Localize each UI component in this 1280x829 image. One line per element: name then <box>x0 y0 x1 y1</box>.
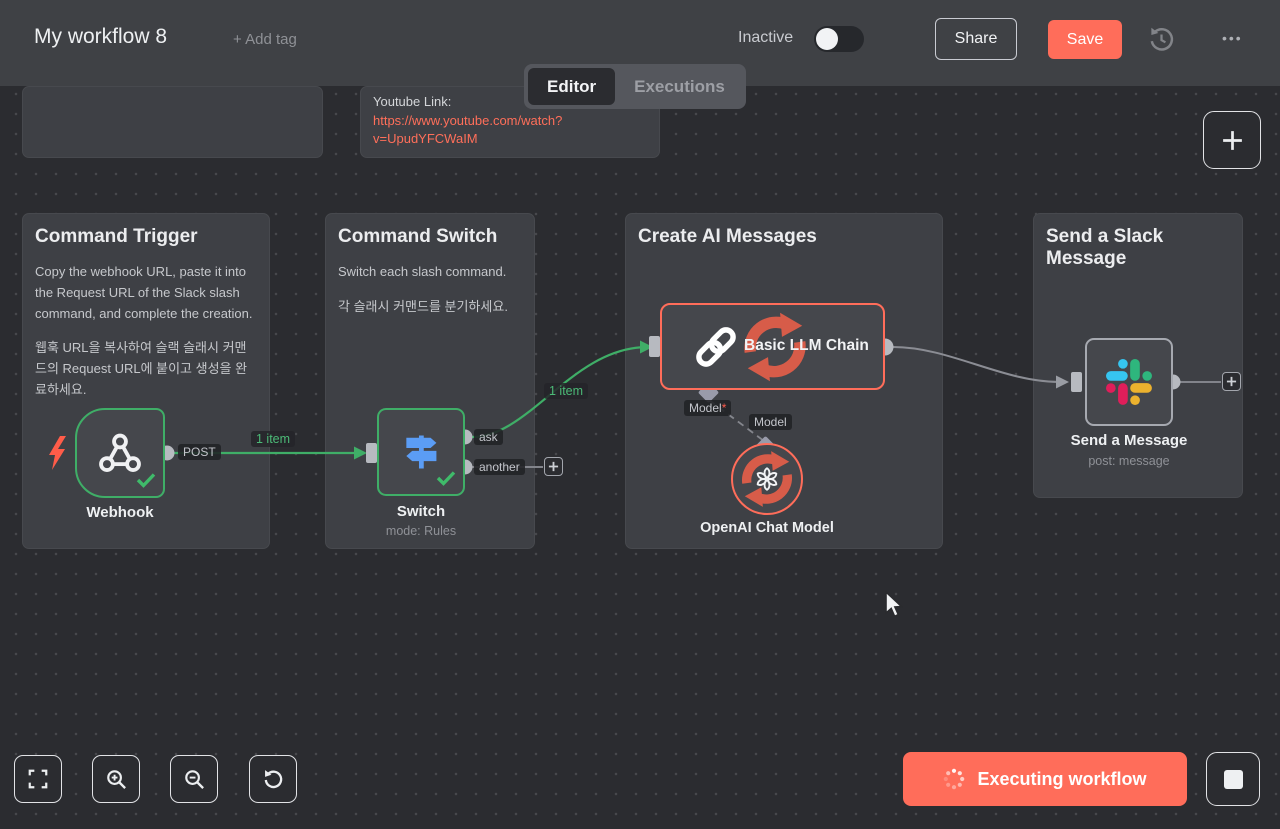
slack-icon <box>1106 359 1152 405</box>
zoom-out-icon <box>183 768 206 791</box>
workflow-title[interactable]: My workflow 8 <box>34 25 167 49</box>
active-state-label: Inactive <box>738 29 793 47</box>
mouse-cursor <box>884 591 910 626</box>
spinner-icon <box>943 768 965 790</box>
switch-another-port-label: another <box>474 459 525 475</box>
connection-arrow <box>1056 376 1069 389</box>
switch-input-port[interactable] <box>366 443 377 463</box>
zoom-in-button[interactable] <box>92 755 140 803</box>
toggle-knob <box>816 28 838 50</box>
llm-model-port-label: Model* <box>684 400 731 416</box>
slack-node-label: Send a Message <box>1054 432 1204 449</box>
connection-arrow <box>354 447 367 460</box>
success-check-icon <box>436 470 456 491</box>
switch-node-subtitle: mode: Rules <box>346 524 496 538</box>
plus-icon <box>1220 128 1245 153</box>
node-slack-send-message[interactable] <box>1085 338 1173 426</box>
slack-input-port[interactable] <box>1071 372 1082 392</box>
zoom-out-button[interactable] <box>170 755 218 803</box>
plus-icon <box>548 461 559 472</box>
plus-icon <box>1226 376 1237 387</box>
add-node-button[interactable] <box>1203 111 1261 169</box>
success-check-icon <box>136 472 156 493</box>
webhook-icon <box>97 430 143 476</box>
items-count-label: 1 item <box>251 431 295 447</box>
more-options-button[interactable]: ••• <box>1222 30 1243 46</box>
executing-workflow-button[interactable]: Executing workflow <box>903 752 1187 806</box>
switch-ask-port-label: ask <box>474 429 503 445</box>
view-tabs: Editor Executions <box>524 64 746 109</box>
openai-logo-icon <box>733 445 801 513</box>
history-icon[interactable] <box>1148 26 1175 53</box>
fit-view-icon <box>27 768 49 790</box>
active-toggle[interactable] <box>814 26 864 52</box>
save-button[interactable]: Save <box>1048 20 1122 59</box>
items-count-label: 1 item <box>544 383 588 399</box>
tab-editor[interactable]: Editor <box>528 68 615 105</box>
webhook-post-port-label: POST <box>178 444 221 460</box>
zoom-in-icon <box>105 768 128 791</box>
llm-node-title: Basic LLM Chain <box>744 337 869 355</box>
node-openai-chat-model[interactable] <box>731 443 803 515</box>
share-button[interactable]: Share <box>935 18 1017 60</box>
switch-icon <box>399 430 443 474</box>
node-switch[interactable] <box>377 408 465 496</box>
tab-executions[interactable]: Executions <box>615 68 744 105</box>
node-webhook[interactable] <box>75 408 165 498</box>
switch-node-label: Switch <box>346 503 496 520</box>
openai-model-port-label: Model <box>749 414 792 430</box>
add-node-from-slack-button[interactable] <box>1222 372 1241 391</box>
trigger-bolt-icon <box>46 436 68 475</box>
zoom-to-fit-button[interactable] <box>14 755 62 803</box>
openai-node-label: OpenAI Chat Model <box>692 520 842 536</box>
connection-llm-slack[interactable] <box>893 347 1060 382</box>
reset-zoom-button[interactable] <box>249 755 297 803</box>
llm-input-port[interactable] <box>649 336 660 357</box>
slack-node-subtitle: post: message <box>1054 454 1204 468</box>
stop-execution-button[interactable] <box>1206 752 1260 806</box>
add-tag-button[interactable]: + Add tag <box>233 31 297 48</box>
required-star: * <box>722 401 727 415</box>
stop-icon <box>1224 770 1243 789</box>
add-node-from-another-button[interactable] <box>544 457 563 476</box>
executing-workflow-label: Executing workflow <box>977 769 1146 790</box>
undo-arrow-icon <box>262 768 285 791</box>
webhook-node-label: Webhook <box>45 504 195 521</box>
chain-link-icon <box>690 321 742 373</box>
workflow-canvas[interactable]: Youtube Link: https://www.youtube.com/wa… <box>0 0 1280 829</box>
